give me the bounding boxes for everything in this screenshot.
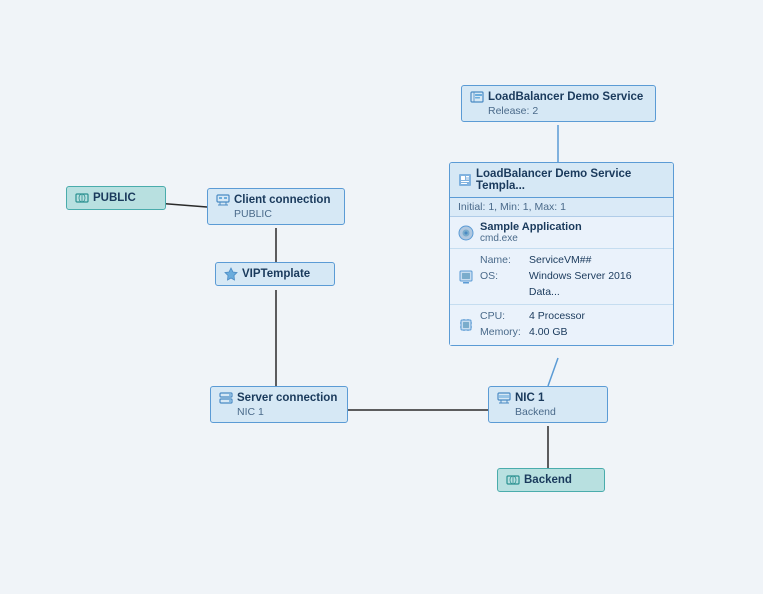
vm-content: Name: ServiceVM## OS: Windows Server 201… [480, 253, 665, 300]
client-connection-title: Client connection [216, 193, 336, 207]
public-node[interactable]: PUBLIC [66, 186, 166, 210]
vip-template-title: VIPTemplate [224, 267, 326, 281]
template-header: LoadBalancer Demo Service Templa... [450, 163, 673, 198]
public-icon [75, 191, 89, 205]
vm-section: Name: ServiceVM## OS: Windows Server 201… [450, 249, 673, 305]
diagram-canvas: LoadBalancer Demo Service Release: 2 Loa… [0, 0, 763, 594]
template-node[interactable]: LoadBalancer Demo Service Templa... Init… [449, 162, 674, 346]
nic1-icon [497, 391, 511, 405]
template-icon [458, 173, 472, 187]
backend-icon [506, 473, 520, 487]
client-connection-icon [216, 193, 230, 207]
client-connection-node[interactable]: Client connection PUBLIC [207, 188, 345, 225]
cpu-section: CPU: 4 Processor Memory: 4.00 GB [450, 305, 673, 345]
app-section: Sample Application cmd.exe [450, 217, 673, 249]
vm-icon [458, 269, 474, 285]
nic1-title: NIC 1 [497, 391, 599, 405]
backend-node[interactable]: Backend [497, 468, 605, 492]
cpu-content: CPU: 4 Processor Memory: 4.00 GB [480, 309, 665, 341]
vip-icon [224, 267, 238, 281]
server-connection-title: Server connection [219, 391, 339, 405]
nic1-node[interactable]: NIC 1 Backend [488, 386, 608, 423]
backend-title: Backend [506, 473, 596, 487]
loadbalancer-service-title: LoadBalancer Demo Service [470, 90, 647, 104]
template-subheader: Initial: 1, Min: 1, Max: 1 [450, 198, 673, 217]
loadbalancer-icon [470, 90, 484, 104]
app-content: Sample Application cmd.exe [480, 221, 665, 244]
vip-template-node[interactable]: VIPTemplate [215, 262, 335, 286]
public-title: PUBLIC [75, 191, 157, 205]
app-icon [458, 225, 474, 241]
server-connection-node[interactable]: Server connection NIC 1 [210, 386, 348, 423]
cpu-icon [458, 317, 474, 333]
loadbalancer-service-node[interactable]: LoadBalancer Demo Service Release: 2 [461, 85, 656, 122]
server-connection-icon [219, 391, 233, 405]
